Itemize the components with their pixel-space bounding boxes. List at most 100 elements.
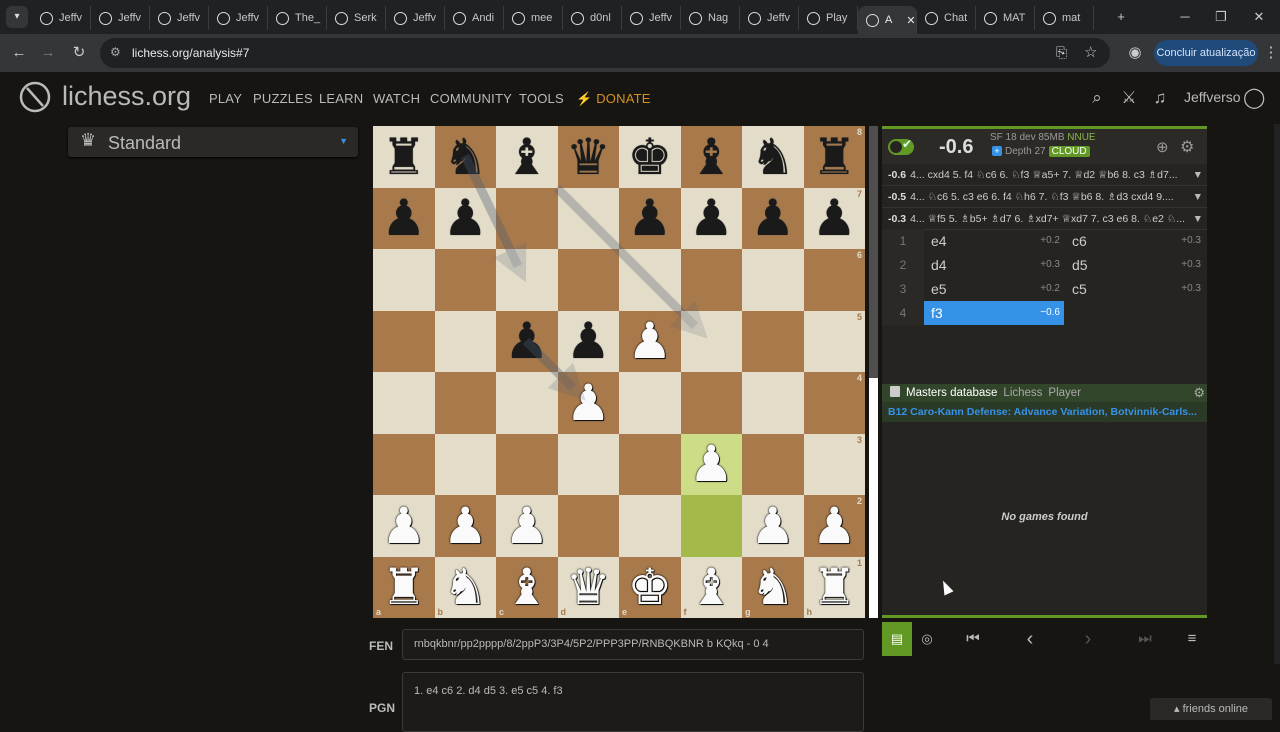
black-pawn-piece[interactable]: ♟ — [750, 193, 795, 243]
black-pawn-piece[interactable]: ♟ — [504, 316, 549, 366]
black-pawn-piece[interactable]: ♟ — [812, 193, 857, 243]
menu-icon[interactable]: ≡ — [1177, 622, 1207, 656]
white-knight-piece[interactable]: ♞ — [750, 562, 795, 612]
square-g8[interactable]: ♞ — [742, 126, 804, 188]
page-scrollbar[interactable] — [1274, 124, 1280, 664]
square-f1[interactable]: ♝ f — [680, 556, 742, 618]
black-bishop-piece[interactable]: ♝ — [689, 132, 734, 182]
nav-learn[interactable]: LEARN — [319, 91, 363, 106]
close-window-icon[interactable]: ✕ — [1244, 6, 1274, 28]
move-white[interactable]: d4 +0.3 — [924, 253, 1064, 277]
black-knight-piece[interactable]: ♞ — [750, 132, 795, 182]
white-pawn-piece[interactable]: ♟ — [812, 501, 857, 551]
variant-select[interactable]: ♛ Standard ▼ — [68, 127, 358, 157]
browser-tab[interactable]: Jeffv — [91, 6, 150, 30]
square-c7[interactable] — [496, 187, 558, 249]
square-e7[interactable]: ♟ — [619, 187, 681, 249]
square-h8[interactable]: ♜ 8 — [803, 126, 865, 188]
explorer-tab-masters[interactable]: Masters database — [906, 387, 997, 399]
square-g6[interactable] — [742, 249, 804, 311]
square-c8[interactable]: ♝ — [496, 126, 558, 188]
square-h6[interactable]: 6 — [803, 249, 865, 311]
nav-puzzles[interactable]: PUZZLES — [253, 91, 313, 106]
white-king-piece[interactable]: ♚ — [627, 562, 672, 612]
browser-tab[interactable]: Andi — [445, 6, 504, 30]
square-c3[interactable] — [496, 433, 558, 495]
square-h3[interactable]: 3 — [803, 433, 865, 495]
nav-play[interactable]: PLAY — [209, 91, 242, 106]
square-b2[interactable]: ♟ — [434, 495, 496, 557]
square-b7[interactable]: ♟ — [434, 187, 496, 249]
browser-tab[interactable]: Chat — [917, 6, 976, 30]
gear-icon[interactable]: ⚙ — [1180, 137, 1194, 157]
pgn-textarea[interactable]: 1. e4 c6 2. d4 d5 3. e5 c5 4. f3 — [402, 672, 864, 732]
avatar-icon[interactable]: ◯ — [1243, 87, 1265, 109]
nav-donate[interactable]: ⚡ DONATE — [576, 91, 651, 107]
white-rook-piece[interactable]: ♜ — [381, 562, 426, 612]
black-queen-piece[interactable]: ♛ — [566, 132, 611, 182]
square-e5[interactable]: ♟ — [619, 310, 681, 372]
black-pawn-piece[interactable]: ♟ — [381, 193, 426, 243]
square-a1[interactable]: ♜ a — [373, 556, 435, 618]
black-knight-piece[interactable]: ♞ — [443, 132, 488, 182]
square-b1[interactable]: ♞ b — [434, 556, 496, 618]
square-e3[interactable] — [619, 433, 681, 495]
pv-line[interactable]: -0.5 4... ♘c6 5. c3 e6 6. f4 ♘h6 7. ♘f3 ♕… — [882, 186, 1207, 208]
white-pawn-piece[interactable]: ♟ — [443, 501, 488, 551]
tab-search-button[interactable]: ▾ — [6, 6, 28, 28]
explorer-tab-player[interactable]: Player — [1048, 387, 1081, 399]
square-c4[interactable] — [496, 372, 558, 434]
square-f8[interactable]: ♝ — [680, 126, 742, 188]
maximize-icon[interactable]: ❐ — [1206, 6, 1236, 28]
nav-community[interactable]: COMMUNITY — [430, 91, 512, 106]
square-d7[interactable] — [557, 187, 619, 249]
browser-tab[interactable]: mat — [1035, 6, 1094, 30]
square-g3[interactable] — [742, 433, 804, 495]
new-tab-icon[interactable]: + — [1106, 6, 1136, 28]
browser-tab[interactable]: Jeffv — [386, 6, 445, 30]
square-b6[interactable] — [434, 249, 496, 311]
bookmark-star-icon[interactable]: ☆ — [1084, 43, 1097, 61]
move-white[interactable]: e4 +0.2 — [924, 229, 1064, 253]
black-rook-piece[interactable]: ♜ — [381, 132, 426, 182]
user-menu[interactable]: Jeffverso — [1184, 89, 1241, 105]
address-bar[interactable]: ⚙ lichess.org/analysis#7 ⎘ ☆ — [100, 38, 1110, 68]
update-chrome-button[interactable]: Concluir atualização — [1154, 40, 1258, 66]
square-g7[interactable]: ♟ — [742, 187, 804, 249]
browser-tab[interactable]: Nag — [681, 6, 740, 30]
browser-tab[interactable]: The_ — [268, 6, 327, 30]
square-d3[interactable] — [557, 433, 619, 495]
practice-icon[interactable]: ◎ — [912, 622, 942, 656]
white-pawn-piece[interactable]: ♟ — [504, 501, 549, 551]
square-g1[interactable]: ♞ g — [742, 556, 804, 618]
close-tab-icon[interactable]: ✕ — [906, 14, 915, 27]
white-rook-piece[interactable]: ♜ — [812, 562, 857, 612]
target-icon[interactable]: ⊕ — [1156, 138, 1169, 156]
black-rook-piece[interactable]: ♜ — [812, 132, 857, 182]
square-e8[interactable]: ♚ — [619, 126, 681, 188]
browser-tab[interactable]: Jeffv — [150, 6, 209, 30]
first-move-icon[interactable]: ⏮ — [958, 622, 988, 656]
reload-icon[interactable]: ↻ — [68, 42, 90, 64]
explorer-tab-lichess[interactable]: Lichess — [1003, 387, 1042, 399]
browser-tab[interactable]: d0nl — [563, 6, 622, 30]
back-icon[interactable]: ← — [8, 42, 30, 64]
black-pawn-piece[interactable]: ♟ — [689, 193, 734, 243]
square-d6[interactable] — [557, 249, 619, 311]
square-f5[interactable] — [680, 310, 742, 372]
square-h2[interactable]: ♟ 2 — [803, 495, 865, 557]
pv-line[interactable]: -0.6 4... cxd4 5. f4 ♘c6 6. ♘f3 ♕a5+ 7. ♕… — [882, 164, 1207, 186]
nav-tools[interactable]: TOOLS — [519, 91, 564, 106]
browser-tab[interactable]: MAT — [976, 6, 1035, 30]
white-bishop-piece[interactable]: ♝ — [689, 562, 734, 612]
notification-bell-icon[interactable]: ♫ — [1149, 87, 1171, 109]
square-a7[interactable]: ♟ — [373, 187, 435, 249]
square-f3[interactable]: ♟ — [680, 433, 742, 495]
white-pawn-piece[interactable]: ♟ — [627, 316, 672, 366]
square-f6[interactable] — [680, 249, 742, 311]
chrome-menu-icon[interactable]: ⋮ — [1260, 42, 1280, 64]
browser-tab[interactable]: Serk — [327, 6, 386, 30]
chess-board[interactable]: ♜ ♞ ♝ ♛ ♚ ♝ ♞ ♜ 8 ♟ ♟ ♟ ♟ ♟ ♟ 7 6 ♟ ♟ ♟ 5 ♟ 4 ♟ 3 ♟ ♟ ♟ ♟ ♟ 2 ♜ a ♞ b ♝ c ♛ d ♚… — [373, 126, 865, 618]
minimize-icon[interactable]: ─ — [1170, 6, 1200, 28]
browser-tab[interactable]: Play — [799, 6, 858, 30]
